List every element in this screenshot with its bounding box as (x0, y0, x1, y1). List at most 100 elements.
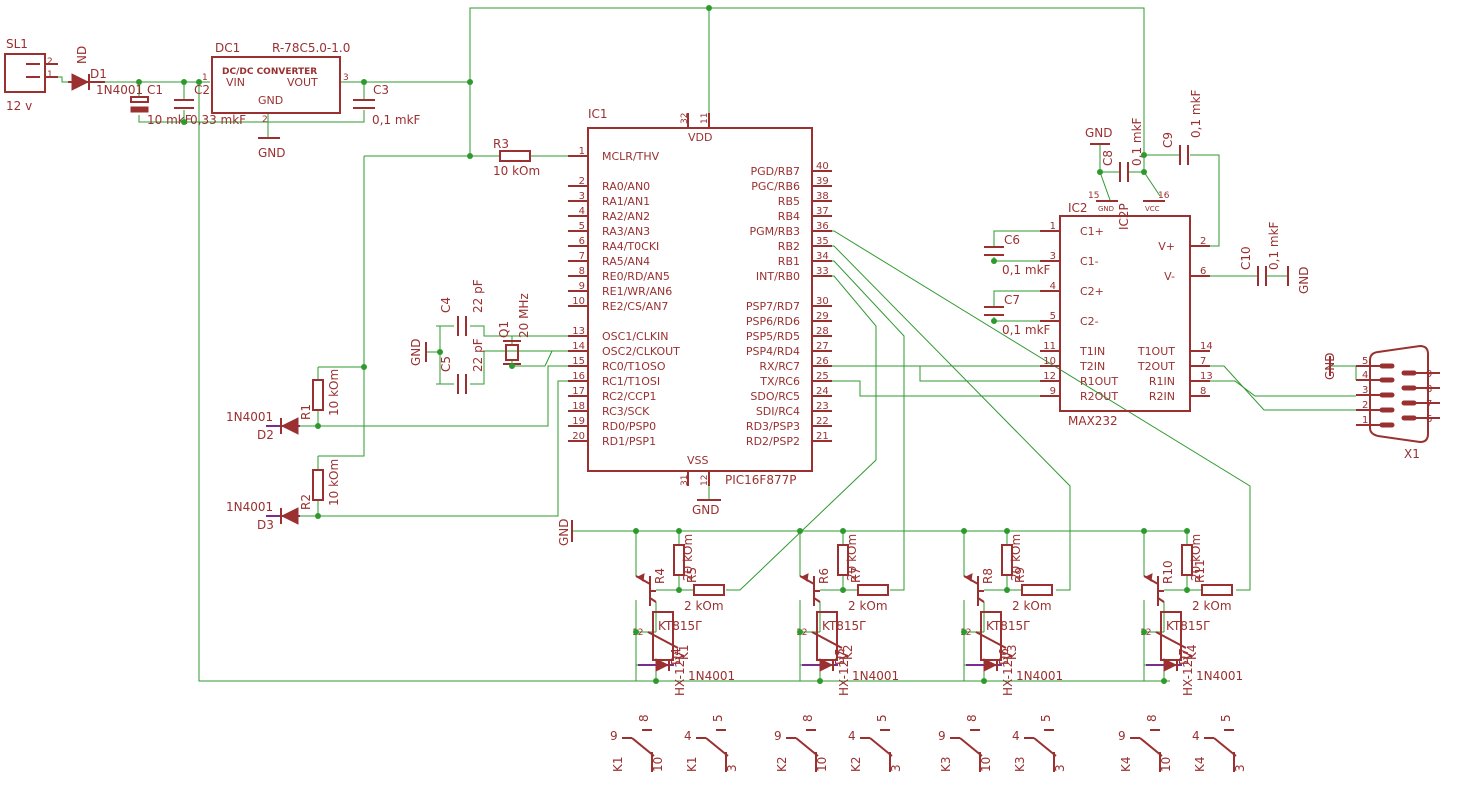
contact-pin-b: 8 (1145, 714, 1159, 722)
relay-coil-type: HX-12V (1001, 651, 1015, 696)
ic1-pin-name: SDI/RC4 (756, 405, 800, 418)
junction-dot (1097, 169, 1103, 175)
ic1-pin-name: RC3/SCK (602, 405, 650, 418)
x1-name: X1 (1404, 447, 1420, 461)
x1-pin-contact (1379, 392, 1395, 398)
junction-dot (181, 79, 187, 85)
r1-name: R1 (299, 404, 313, 420)
ic1-pin-name: PSP7/RD7 (746, 300, 800, 313)
gnd-c8: GND (1085, 126, 1113, 140)
ic1-pin-number: 15 (572, 356, 585, 367)
ic1-bottom-pin-0: 31 (680, 475, 690, 486)
q1-name: Q1 (497, 321, 511, 338)
contact-pin-a: 4 (848, 729, 856, 743)
ic2-pin-number: 6 (1200, 266, 1206, 277)
x1-pin-number: 8 (1426, 384, 1432, 395)
junction-dot (991, 318, 997, 324)
junction-dot (1141, 528, 1147, 534)
ic1-pin-number: 2 (579, 176, 585, 187)
x1-pin-contact (1379, 377, 1395, 383)
ic1-pin-number: 37 (816, 206, 829, 217)
contact-pin-c: 10 (1159, 757, 1173, 772)
ic1-pin-number: 5 (579, 221, 585, 232)
c10-value: 0,1 mkF (1267, 221, 1281, 270)
ic1-pin-number: 10 (572, 296, 585, 307)
ic2-pin-number: 12 (1043, 371, 1056, 382)
dc1-name: DC1 (215, 41, 240, 55)
c5-name: C5 (439, 356, 453, 372)
ic2-name: IC2 (1068, 201, 1088, 215)
junction-dot (797, 528, 803, 534)
contact-relay-name: K3 (1013, 756, 1027, 772)
r2-name: R2 (299, 494, 313, 510)
x1-pin-contact (1401, 370, 1417, 376)
ic1-pin-number: 9 (579, 281, 585, 292)
c4-value: 22 pF (471, 279, 485, 313)
gnd-osc: GND (409, 338, 423, 366)
x1-pin-number: 9 (1426, 369, 1432, 380)
ic1-top-pin-0: 32 (680, 113, 690, 124)
ic1-bottom-pin-1: 12 (700, 475, 710, 486)
ic2-pin-number: 11 (1043, 341, 1056, 352)
contact-pin-a: 9 (774, 729, 782, 743)
ic1-pin-name: SDO/RC5 (750, 390, 800, 403)
sl1-pin2: 2 (47, 57, 53, 67)
junction-dot (509, 363, 515, 369)
ic1-pin-number: 25 (816, 371, 829, 382)
diode-value: 1N4001 (852, 669, 899, 683)
d2-name: D2 (257, 428, 274, 442)
contact-relay-name: K3 (939, 756, 953, 772)
ic1-vdd: VDD (688, 131, 712, 144)
junction-dot (467, 79, 473, 85)
junction-dot (437, 349, 443, 355)
q1-value: 20 MHz (517, 293, 531, 338)
c3-name: C3 (373, 83, 389, 97)
ic1-pin-number: 28 (816, 326, 829, 337)
junction-dot (361, 364, 367, 370)
ic1-pin-number: 1 (579, 146, 585, 157)
r-base-value: 2 kOm (1012, 599, 1052, 613)
c2-value: 0,33 mkF (190, 113, 246, 127)
r-base-name: R7 (849, 567, 863, 583)
ic1-pin-name: RA2/AN2 (602, 210, 650, 223)
ic1-pin-name: PGM/RB3 (749, 225, 800, 238)
junction-dot (817, 678, 823, 684)
gnd-relays: GND (557, 518, 571, 546)
ic1-pin-number: 6 (579, 236, 585, 247)
x1-pin-number: 4 (1362, 370, 1368, 381)
ic1-pin-name: RB1 (778, 255, 800, 268)
r-pull-name: R6 (817, 568, 831, 584)
ic2-pin-name: T2OUT (1137, 360, 1175, 373)
relay-coil-type: HX-12V (837, 651, 851, 696)
r-pull-name: R8 (981, 568, 995, 584)
ic1-top-pin-1: 11 (700, 113, 710, 124)
x1-pin-contact (1401, 415, 1417, 421)
contact-pin-b: 5 (875, 714, 889, 722)
contact-pin-b: 5 (711, 714, 725, 722)
ic2-gnd-lbl: GND (1098, 205, 1114, 213)
ic1-pin-name: RD2/PSP2 (746, 435, 800, 448)
x1-pin-number: 1 (1362, 415, 1368, 426)
ic2-pin-number: 8 (1200, 386, 1206, 397)
ic2-pin-number: 1 (1050, 221, 1056, 232)
ic2-pin-name: R1OUT (1080, 375, 1118, 388)
contact-relay-name: K2 (775, 756, 789, 772)
ic1-pin-name: RB2 (778, 240, 800, 253)
ic1-pin-name: RA1/AN1 (602, 195, 650, 208)
ic1-pin-name: RA4/T0CKI (602, 240, 659, 253)
dc1-value: R-78C5.0-1.0 (272, 41, 350, 55)
junction-dot (467, 153, 473, 159)
ic1-pin-number: 14 (572, 341, 585, 352)
dc1-p2: 2 (262, 115, 268, 125)
ic1-pin-name: TX/RC6 (759, 375, 800, 388)
schematic: SL1 12 v 2 1 ND D1 1N4001 C1 10 mkF C2 0… (0, 0, 1471, 799)
ic1-pin-name: RD1/PSP1 (602, 435, 656, 448)
junction-dot (1141, 152, 1147, 158)
ic2-pin-number: 5 (1050, 311, 1056, 322)
junction-dot (1004, 528, 1010, 534)
ic2-vcc-lbl: VCC (1145, 205, 1160, 213)
junction-dot (315, 513, 321, 519)
ic1-pin-number: 19 (572, 416, 585, 427)
transistor-value: KT815Г (822, 619, 867, 633)
ic1-pin-number: 18 (572, 401, 585, 412)
